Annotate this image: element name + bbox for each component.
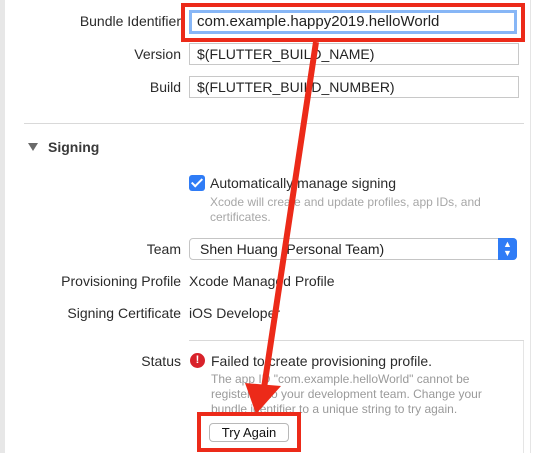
disclosure-triangle-icon[interactable]	[28, 143, 38, 151]
build-label: Build	[149, 79, 181, 95]
status-divider	[523, 340, 524, 453]
auto-manage-signing-checkbox[interactable]	[189, 175, 205, 191]
team-popup[interactable]: Shen Huang (Personal Team) ▲ ▼	[189, 238, 517, 260]
status-top-divider	[189, 340, 524, 341]
version-label: Version	[134, 46, 181, 62]
team-label: Team	[146, 241, 181, 257]
try-again-highlight	[197, 412, 301, 452]
status-title: Failed to create provisioning profile.	[211, 353, 433, 369]
provisioning-profile-value: Xcode Managed Profile	[189, 273, 335, 289]
status-detail-line1: The app ID "com.example.helloWorld" cann…	[211, 372, 470, 386]
team-value: Shen Huang (Personal Team)	[200, 241, 385, 257]
signing-section-header[interactable]: Signing	[28, 139, 99, 155]
section-divider	[24, 123, 524, 124]
bundle-identifier-label: Bundle Identifier	[79, 13, 181, 29]
status-label: Status	[141, 353, 181, 369]
chevron-updown-icon: ▲ ▼	[498, 238, 517, 260]
provisioning-profile-label: Provisioning Profile	[61, 273, 181, 289]
auto-manage-hint-line2: certificates.	[210, 210, 271, 224]
signing-certificate-value: iOS Developer	[189, 305, 281, 321]
left-edge	[0, 0, 5, 453]
signing-certificate-label: Signing Certificate	[67, 305, 181, 321]
signing-title: Signing	[48, 139, 100, 155]
bundle-identifier-highlight	[181, 3, 525, 42]
version-field[interactable]: $(FLUTTER_BUILD_NAME)	[189, 43, 519, 65]
auto-manage-signing-label[interactable]: Automatically manage signing	[210, 175, 396, 191]
build-field[interactable]: $(FLUTTER_BUILD_NUMBER)	[189, 76, 519, 98]
auto-manage-hint-line1: Xcode will create and update profiles, a…	[210, 195, 481, 209]
error-icon: !	[190, 353, 205, 368]
right-divider	[530, 0, 531, 453]
status-detail-line2: registered to your development team. Cha…	[211, 387, 482, 401]
